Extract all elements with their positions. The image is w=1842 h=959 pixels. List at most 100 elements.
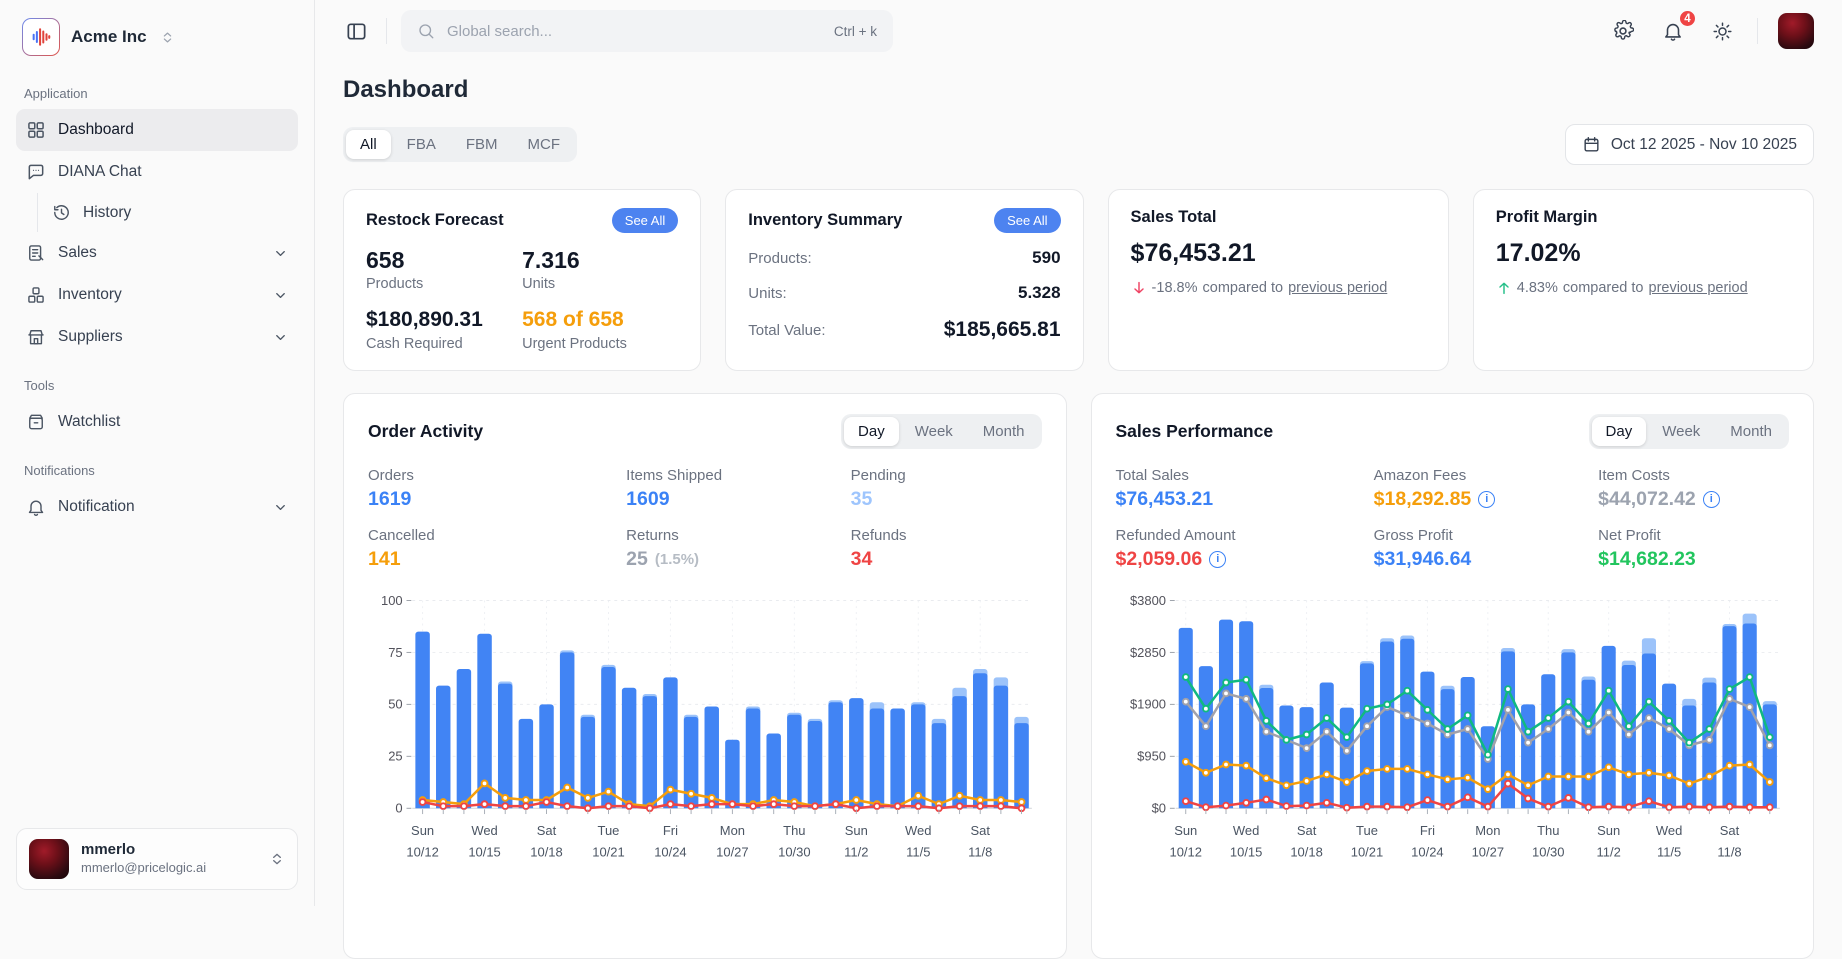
svg-text:Wed: Wed (471, 823, 497, 838)
svg-text:10/18: 10/18 (530, 844, 562, 859)
stat-value: $180,890.31 (366, 308, 522, 332)
svg-text:11/5: 11/5 (1656, 844, 1680, 859)
svg-text:Thu: Thu (783, 823, 805, 838)
inventory-summary-card: Inventory Summary See All Products: 590 … (725, 189, 1083, 371)
sidebar-item-label: Inventory (58, 286, 122, 304)
info-icon[interactable]: i (1478, 491, 1495, 508)
svg-text:$3800: $3800 (1129, 592, 1165, 607)
sales-performance-stats: Total Sales $76,453.21 Amazon Fees $18,2… (1116, 467, 1790, 571)
arrow-down-icon (1131, 280, 1147, 296)
svg-text:11/5: 11/5 (906, 844, 930, 859)
sidebar-item-dashboard[interactable]: Dashboard (16, 109, 298, 151)
profile-avatar[interactable] (1778, 13, 1814, 49)
filter-tab-mcf[interactable]: MCF (514, 130, 575, 159)
stat-orders: Orders 1619 (368, 467, 626, 511)
sun-icon (1712, 21, 1733, 42)
topbar: Ctrl + k 4 (315, 0, 1842, 56)
sidebar-item-inventory[interactable]: Inventory (16, 274, 298, 316)
workspace-switcher[interactable]: Acme Inc (16, 0, 298, 66)
sales-total-value: $76,453.21 (1131, 239, 1426, 268)
svg-text:10/30: 10/30 (778, 844, 810, 859)
change-text: compared to (1203, 280, 1284, 296)
global-search[interactable]: Ctrl + k (401, 10, 893, 52)
tab-month[interactable]: Month (969, 417, 1039, 446)
restock-see-all-button[interactable]: See All (612, 208, 678, 233)
card-title: Order Activity (368, 421, 483, 442)
search-input[interactable] (445, 22, 824, 41)
filter-tab-fbm[interactable]: FBM (452, 130, 512, 159)
tab-day[interactable]: Day (844, 417, 899, 446)
sidebar-item-suppliers[interactable]: Suppliers (16, 316, 298, 358)
tab-month[interactable]: Month (1716, 417, 1786, 446)
theme-toggle-button[interactable] (1708, 17, 1737, 46)
svg-text:10/21: 10/21 (1350, 844, 1382, 859)
svg-text:10/24: 10/24 (1411, 844, 1443, 859)
svg-text:Sun: Sun (411, 823, 434, 838)
order-activity-period-tabs: Day Week Month (841, 414, 1041, 449)
date-range-label: Oct 12 2025 - Nov 10 2025 (1611, 136, 1797, 154)
info-icon[interactable]: i (1209, 551, 1226, 568)
svg-text:Sat: Sat (1296, 823, 1316, 838)
notifications-button[interactable]: 4 (1658, 16, 1688, 46)
stat-label: Units (522, 276, 678, 292)
svg-text:10/15: 10/15 (468, 844, 500, 859)
svg-text:75: 75 (388, 644, 402, 659)
settings-button[interactable] (1608, 16, 1638, 46)
invoice-icon (26, 243, 46, 263)
sidebar-item-label: Suppliers (58, 328, 123, 346)
user-menu[interactable]: mmerlo mmerlo@pricelogic.ai (16, 828, 298, 890)
svg-text:10/21: 10/21 (592, 844, 624, 859)
sidebar-toggle-button[interactable] (341, 16, 372, 47)
watch-box-icon (26, 412, 46, 432)
sidebar-section-notifications: Notifications (24, 463, 290, 478)
sidebar-item-diana-chat[interactable]: DIANA Chat (16, 151, 298, 193)
topbar-actions: 4 (1608, 13, 1814, 49)
gear-icon (1612, 20, 1634, 42)
row-label: Units: (748, 285, 786, 302)
row-value: $185,665.81 (944, 318, 1061, 342)
search-shortcut: Ctrl + k (834, 24, 877, 39)
info-icon[interactable]: i (1703, 491, 1720, 508)
svg-text:Sun: Sun (1597, 823, 1620, 838)
filter-tab-all[interactable]: All (346, 130, 391, 159)
sidebar-item-sales[interactable]: Sales (16, 232, 298, 274)
filter-tab-fba[interactable]: FBA (393, 130, 450, 159)
svg-text:25: 25 (388, 748, 402, 763)
svg-text:11/2: 11/2 (844, 844, 868, 859)
card-title: Profit Margin (1496, 208, 1791, 227)
svg-text:0: 0 (395, 800, 402, 815)
stat-items-shipped: Items Shipped 1609 (626, 467, 851, 511)
tab-week[interactable]: Week (901, 417, 967, 446)
sidebar-item-label: Notification (58, 498, 135, 516)
previous-period-link[interactable]: previous period (1649, 280, 1748, 296)
sidebar: Acme Inc Application Dashboard DIANA Cha… (0, 0, 315, 906)
svg-text:Sat: Sat (537, 823, 557, 838)
user-email: mmerlo@pricelogic.ai (81, 860, 206, 877)
stat-label: Products (366, 276, 522, 292)
svg-text:10/27: 10/27 (1471, 844, 1503, 859)
svg-text:Sun: Sun (845, 823, 868, 838)
page-title: Dashboard (343, 76, 1814, 104)
stat-pending: Pending 35 (851, 467, 1042, 511)
tab-day[interactable]: Day (1592, 417, 1647, 446)
chevron-updown-icon (160, 30, 175, 45)
app-root: Acme Inc Application Dashboard DIANA Cha… (0, 0, 1842, 906)
previous-period-link[interactable]: previous period (1288, 280, 1387, 296)
kpi-cards-row: Restock Forecast See All 658 Products 7.… (343, 189, 1814, 371)
chevron-updown-icon (269, 851, 285, 867)
sidebar-section-application: Application (24, 86, 290, 101)
tab-week[interactable]: Week (1648, 417, 1714, 446)
stat-refunded-amount: Refunded Amount $2,059.06i (1116, 527, 1374, 571)
stat-cancelled: Cancelled 141 (368, 527, 626, 571)
sidebar-section-tools: Tools (24, 378, 290, 393)
stat-total-sales: Total Sales $76,453.21 (1116, 467, 1374, 511)
svg-text:Tue: Tue (598, 823, 620, 838)
calendar-icon (1582, 135, 1601, 154)
date-range-picker[interactable]: Oct 12 2025 - Nov 10 2025 (1565, 124, 1814, 165)
sidebar-item-history[interactable]: History (42, 193, 298, 232)
change-value: 4.83% (1517, 280, 1558, 296)
sidebar-item-notification[interactable]: Notification (16, 486, 298, 528)
inventory-see-all-button[interactable]: See All (994, 208, 1060, 233)
svg-text:50: 50 (388, 696, 402, 711)
sidebar-item-watchlist[interactable]: Watchlist (16, 401, 298, 443)
